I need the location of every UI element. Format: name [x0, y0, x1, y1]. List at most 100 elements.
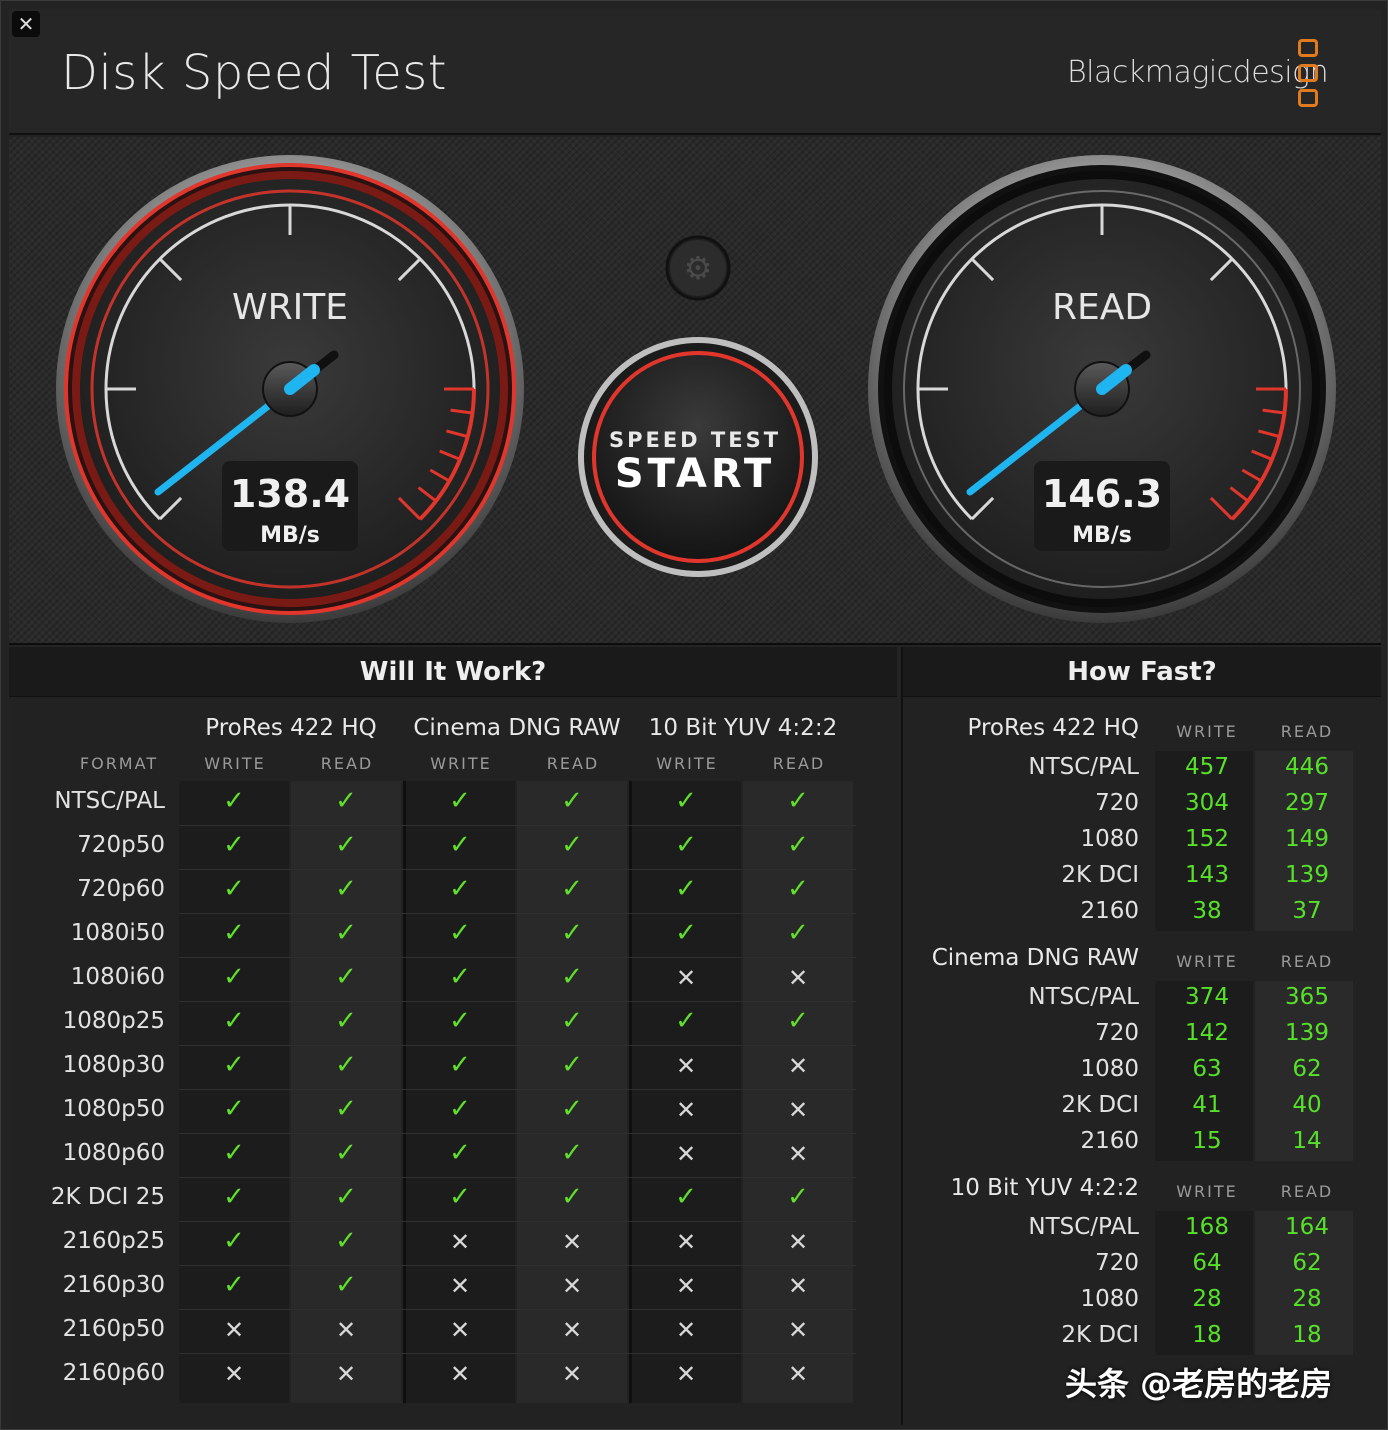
read-speed-value: 14: [1292, 1128, 1322, 1154]
read-speed-value: 62: [1292, 1250, 1322, 1276]
column-header-write: WRITE: [204, 754, 266, 773]
read-speed-value: 446: [1285, 754, 1329, 780]
cross-icon: ✕: [675, 1272, 697, 1300]
column-header-write: WRITE: [1176, 952, 1238, 971]
check-icon: ✓: [675, 1006, 697, 1036]
cross-icon: ✕: [675, 1140, 697, 1168]
column-header-read: READ: [1280, 1182, 1334, 1201]
resolution-label: NTSC/PAL: [1028, 1214, 1139, 1240]
row-divider: [179, 957, 856, 958]
group-title: Cinema DNG RAW: [413, 715, 621, 741]
check-icon: ✓: [335, 918, 357, 948]
format-label: NTSC/PAL: [54, 788, 165, 814]
check-icon: ✓: [335, 1094, 357, 1124]
check-icon: ✓: [335, 786, 357, 816]
read-speed-value: 149: [1285, 826, 1329, 852]
check-icon: ✓: [787, 830, 809, 860]
read-speed-value: 164: [1285, 1214, 1329, 1240]
resolution-label: 2K DCI: [1061, 1092, 1139, 1118]
read-speed-value: 139: [1285, 1020, 1329, 1046]
cross-icon: ✕: [787, 964, 809, 992]
check-icon: ✓: [561, 1006, 583, 1036]
check-icon: ✓: [561, 874, 583, 904]
row-divider: [179, 1133, 856, 1134]
row-divider: [179, 869, 856, 870]
check-icon: ✓: [223, 918, 245, 948]
cross-icon: ✕: [787, 1316, 809, 1344]
group-title: ProRes 422 HQ: [205, 715, 377, 741]
column-header-read: READ: [320, 754, 374, 773]
logo-square-icon: [1298, 64, 1318, 82]
cross-icon: ✕: [449, 1228, 471, 1256]
column-header-write: WRITE: [1176, 722, 1238, 741]
read-speed-value: 139: [1285, 862, 1329, 888]
section-title: Cinema DNG RAW: [931, 945, 1139, 971]
write-gauge: WRITE 138.4 MB/s: [56, 155, 524, 623]
format-label: 2160p50: [62, 1316, 165, 1342]
check-icon: ✓: [787, 1182, 809, 1212]
check-icon: ✓: [787, 874, 809, 904]
check-icon: ✓: [675, 874, 697, 904]
write-label: WRITE: [232, 287, 348, 328]
resolution-label: 720: [1095, 1020, 1139, 1046]
read-speed-value: 37: [1292, 898, 1322, 924]
row-divider: [179, 913, 856, 914]
check-icon: ✓: [675, 830, 697, 860]
check-icon: ✓: [561, 962, 583, 992]
how-fast-panel: How Fast? ProRes 422 HQ WRITE READ NTSC/PAL…: [901, 647, 1381, 1425]
cross-icon: ✕: [335, 1316, 357, 1344]
format-label: 720p50: [77, 832, 165, 858]
write-speed-value: 18: [1192, 1322, 1222, 1348]
cross-icon: ✕: [561, 1228, 583, 1256]
cross-icon: ✕: [561, 1360, 583, 1388]
check-icon: ✓: [675, 918, 697, 948]
start-button[interactable]: SPEED TEST START: [578, 337, 818, 577]
row-divider: [179, 825, 856, 826]
check-icon: ✓: [223, 1094, 245, 1124]
cross-icon: ✕: [561, 1272, 583, 1300]
resolution-label: 1080: [1080, 1286, 1139, 1312]
format-label: 1080i50: [70, 920, 165, 946]
resolution-label: NTSC/PAL: [1028, 754, 1139, 780]
row-divider: [179, 1045, 856, 1046]
app-title: Disk Speed Test: [61, 45, 448, 101]
write-speed-value: 143: [1185, 862, 1229, 888]
read-label: READ: [1052, 287, 1152, 328]
check-icon: ✓: [561, 786, 583, 816]
cross-icon: ✕: [675, 1228, 697, 1256]
gear-icon: ⚙: [684, 249, 713, 287]
write-speed-value: 168: [1185, 1214, 1229, 1240]
settings-button[interactable]: ⚙: [665, 235, 731, 301]
write-speed-value: 142: [1185, 1020, 1229, 1046]
check-icon: ✓: [561, 1182, 583, 1212]
check-icon: ✓: [223, 1270, 245, 1300]
read-unit: MB/s: [1072, 523, 1132, 548]
check-icon: ✓: [335, 962, 357, 992]
check-icon: ✓: [449, 918, 471, 948]
cross-icon: ✕: [787, 1360, 809, 1388]
will-it-work-panel: Will It Work? ProRes 422 HQ WRITE READ Cine…: [9, 647, 897, 1425]
resolution-label: 1080: [1080, 1056, 1139, 1082]
logo-square-icon: [1298, 89, 1318, 107]
check-icon: ✓: [335, 1006, 357, 1036]
cross-icon: ✕: [675, 964, 697, 992]
cross-icon: ✕: [675, 1052, 697, 1080]
cross-icon: ✕: [223, 1316, 245, 1344]
check-icon: ✓: [223, 962, 245, 992]
cross-icon: ✕: [561, 1316, 583, 1344]
format-label: 1080p60: [62, 1140, 165, 1166]
check-icon: ✓: [223, 1182, 245, 1212]
row-divider: [179, 1265, 856, 1266]
write-speed-value: 152: [1185, 826, 1229, 852]
check-icon: ✓: [335, 1050, 357, 1080]
section-title: ProRes 422 HQ: [967, 715, 1140, 741]
format-label: 2160p60: [62, 1360, 165, 1386]
start-button-caption: SPEED TEST: [609, 428, 781, 452]
close-button[interactable]: ✕: [12, 11, 40, 37]
cross-icon: ✕: [787, 1272, 809, 1300]
write-speed-value: 63: [1192, 1056, 1222, 1082]
check-icon: ✓: [561, 1094, 583, 1124]
format-label: 720p60: [77, 876, 165, 902]
check-icon: ✓: [335, 1270, 357, 1300]
check-icon: ✓: [561, 918, 583, 948]
